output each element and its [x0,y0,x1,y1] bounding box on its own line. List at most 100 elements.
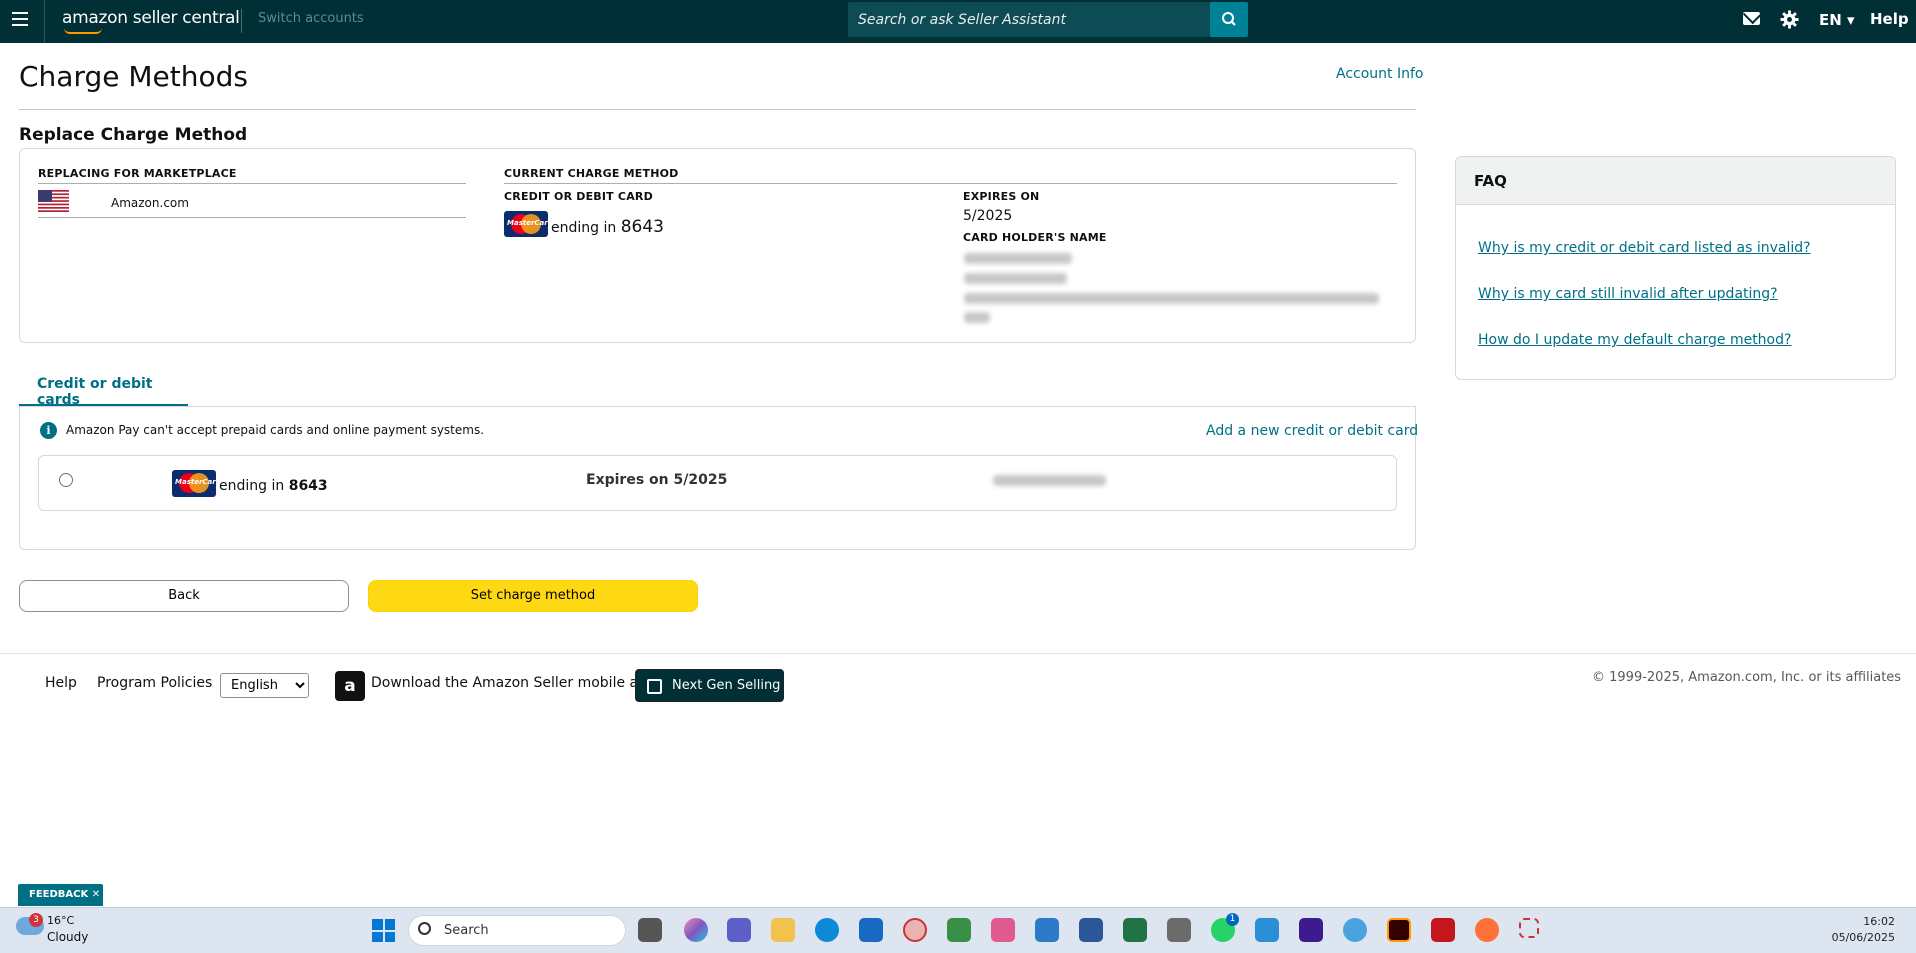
taskbar-search[interactable] [408,915,626,946]
divider [38,183,466,184]
card-type-label: CREDIT OR DEBIT CARD [504,190,653,203]
next-gen-selling-button[interactable]: Next Gen Selling [635,669,784,702]
system-clock[interactable]: 16:02 05/06/2025 [1832,914,1895,946]
chrome-icon[interactable] [903,918,927,942]
card-ending: ending in 8643 [219,478,328,494]
switch-accounts-link[interactable]: Switch accounts [258,11,364,26]
mastercard-icon: MasterCard [504,211,548,237]
redacted-phone [964,273,1067,284]
search-button[interactable] [1210,2,1248,37]
footer-help-link[interactable]: Help [45,675,77,691]
browser-icon[interactable] [1343,918,1367,942]
set-charge-method-button[interactable]: Set charge method [368,580,698,612]
add-card-link[interactable]: Add a new credit or debit card [1206,423,1418,439]
faq-link-still-invalid[interactable]: Why is my card still invalid after updat… [1478,286,1778,302]
gear-icon[interactable] [1780,10,1799,29]
expires-label: EXPIRES ON [963,190,1040,203]
marketplace-name: Amazon.com [111,196,189,210]
photos-icon[interactable] [1255,918,1279,942]
expires-value: 5/2025 [963,208,1013,224]
word-icon[interactable] [1079,918,1103,942]
task-view-icon[interactable] [638,918,662,942]
illustrator-icon[interactable] [1387,918,1411,942]
slack-icon[interactable] [991,918,1015,942]
menu-icon[interactable] [12,12,28,26]
tab-credit-debit-cards[interactable]: Credit or debit cards [19,369,188,408]
card-holder-label: CARD HOLDER'S NAME [963,231,1107,244]
store-icon[interactable] [859,918,883,942]
calculator-icon[interactable] [1167,918,1191,942]
file-explorer-icon[interactable] [771,918,795,942]
clock-date: 05/06/2025 [1831,931,1895,944]
windows-start-icon[interactable] [372,919,395,942]
external-link-icon [647,679,662,694]
language-select[interactable]: English [220,673,309,698]
search-input[interactable] [848,2,1208,37]
redacted-address [964,293,1379,304]
faq-title: FAQ [1474,172,1507,190]
footer-divider [0,653,1916,654]
copilot-icon[interactable] [684,918,708,942]
download-app-link[interactable]: Download the Amazon Seller mobile app [371,675,656,691]
current-card-ending: ending in 8643 [551,217,664,237]
current-charge-method-label: CURRENT CHARGE METHOD [504,167,679,180]
search-icon [1222,12,1236,26]
redacted-card-holder [993,475,1106,486]
weather-badge: 3 [29,913,43,927]
logo-text: amazon seller central [62,8,240,28]
ending-prefix: ending in [219,478,285,494]
language-selector[interactable]: EN ▾ [1819,11,1855,29]
faq-header [1456,157,1895,205]
amazon-music-icon[interactable] [1299,918,1323,942]
whatsapp-badge: 1 [1226,913,1239,926]
divider [38,217,466,218]
mastercard-icon: MasterCard [172,470,216,497]
taskbar-search-label: Search [444,923,489,938]
amazon-app-icon[interactable]: a [335,671,365,701]
back-button[interactable]: Back [19,580,349,612]
notepad-icon[interactable] [1035,918,1059,942]
ending-digits: 8643 [620,217,664,237]
program-policies-link[interactable]: Program Policies [97,675,212,691]
redacted-address-cont [964,312,990,323]
marketplace-label: REPLACING FOR MARKETPLACE [38,167,237,180]
info-icon: i [40,422,57,439]
next-gen-label: Next Gen Selling [672,678,781,693]
clock-time: 16:02 [1863,915,1895,928]
meet-icon[interactable] [947,918,971,942]
nav-divider [44,0,45,43]
help-link[interactable]: Help [1870,10,1909,28]
section-title: Replace Charge Method [19,125,248,145]
weather-temp: 16°C [47,914,75,927]
teams-icon[interactable] [727,918,751,942]
excel-icon[interactable] [1123,918,1147,942]
title-divider [19,109,1416,110]
snipping-tool-icon[interactable] [1519,918,1539,938]
account-info-link[interactable]: Account Info [1336,66,1423,82]
feedback-button[interactable]: FEEDBACK ✕ [18,884,103,906]
search-icon [418,922,431,935]
seller-assistant-search[interactable] [848,2,1210,37]
edge-icon[interactable] [815,918,839,942]
ending-prefix: ending in [551,220,617,236]
acrobat-icon[interactable] [1431,918,1455,942]
mail-icon[interactable] [1743,12,1760,25]
prepaid-info-text: Amazon Pay can't accept prepaid cards an… [66,423,485,437]
redacted-holder-name [964,253,1072,264]
amazon-smile-icon [64,28,102,34]
expires-date: 5/2025 [673,472,728,488]
faq-link-invalid-card[interactable]: Why is my credit or debit card listed as… [1478,240,1811,256]
copyright-text: © 1999-2025, Amazon.com, Inc. or its aff… [1592,670,1902,685]
faq-link-update-default[interactable]: How do I update my default charge method… [1478,332,1791,348]
logo-divider [241,9,242,33]
page-title: Charge Methods [19,60,248,93]
us-flag-icon [38,190,69,212]
expires-prefix: Expires on [586,472,669,488]
card-expiry: Expires on 5/2025 [586,472,727,488]
divider [504,183,1397,184]
ending-digits: 8643 [288,478,328,494]
card-radio-button[interactable] [59,473,73,487]
seller-central-logo[interactable]: amazon seller central [62,8,240,34]
weather-condition: Cloudy [47,930,89,944]
firefox-icon[interactable] [1475,918,1499,942]
